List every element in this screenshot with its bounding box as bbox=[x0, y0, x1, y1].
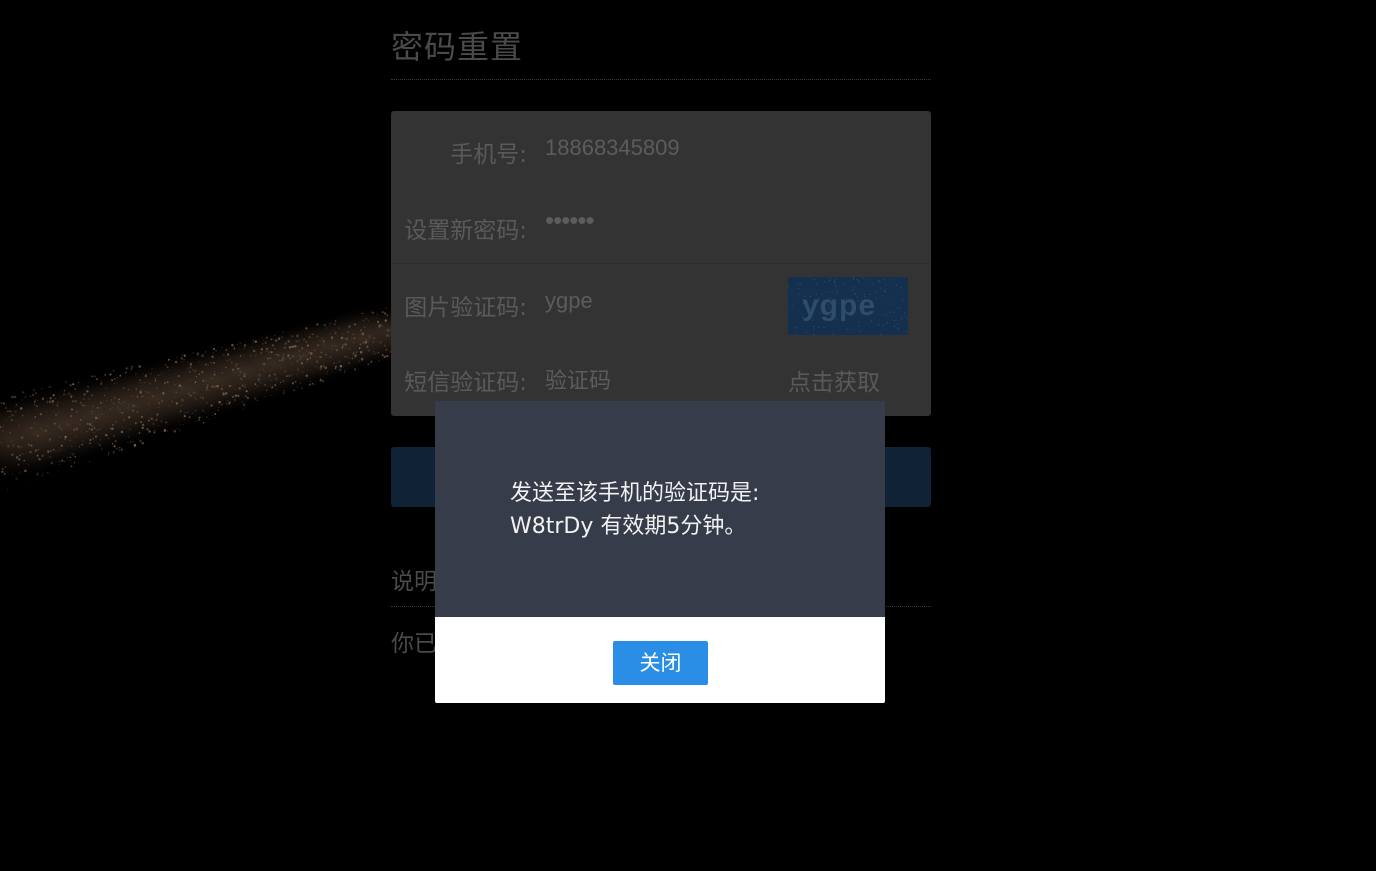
image-captcha-input[interactable]: ygpe bbox=[545, 288, 593, 314]
sms-code-dialog: 发送至该手机的验证码是: W8trDy 有效期5分钟。 关闭 bbox=[435, 401, 885, 703]
description-text: 你已 bbox=[391, 631, 437, 657]
dialog-message: 发送至该手机的验证码是: W8trDy 有效期5分钟。 bbox=[510, 477, 840, 543]
phone-label: 手机号: bbox=[450, 142, 527, 168]
phone-row: 手机号: 18868345809 bbox=[391, 111, 931, 187]
image-captcha-row: 图片验证码: ygpe ygpe bbox=[391, 263, 931, 340]
description-title: 说明 bbox=[391, 569, 437, 595]
page-title: 密码重置 bbox=[391, 28, 524, 66]
sms-code-label: 短信验证码: bbox=[404, 370, 527, 396]
reset-form: 手机号: 18868345809 设置新密码: •••••• 图片验证码: yg… bbox=[391, 111, 931, 416]
dialog-message-line-2: W8trDy 有效期5分钟。 bbox=[510, 514, 747, 539]
dialog-body: 发送至该手机的验证码是: W8trDy 有效期5分钟。 bbox=[435, 401, 885, 617]
dialog-message-line-1: 发送至该手机的验证码是: bbox=[510, 481, 760, 506]
image-captcha-label: 图片验证码: bbox=[404, 295, 527, 321]
new-password-label: 设置新密码: bbox=[404, 218, 527, 244]
new-password-row: 设置新密码: •••••• bbox=[391, 187, 931, 263]
dialog-footer: 关闭 bbox=[435, 617, 885, 703]
page: 密码重置 手机号: 18868345809 设置新密码: •••••• 图片验证… bbox=[0, 0, 1376, 871]
new-password-input[interactable]: •••••• bbox=[545, 205, 595, 236]
get-sms-code-button[interactable]: 点击获取 bbox=[788, 363, 880, 397]
title-divider bbox=[391, 79, 931, 80]
captcha-image[interactable]: ygpe bbox=[788, 277, 908, 335]
phone-input[interactable]: 18868345809 bbox=[545, 135, 680, 161]
sms-code-input[interactable]: 验证码 bbox=[545, 363, 611, 395]
captcha-image-text: ygpe bbox=[802, 289, 877, 322]
close-button[interactable]: 关闭 bbox=[613, 641, 708, 685]
